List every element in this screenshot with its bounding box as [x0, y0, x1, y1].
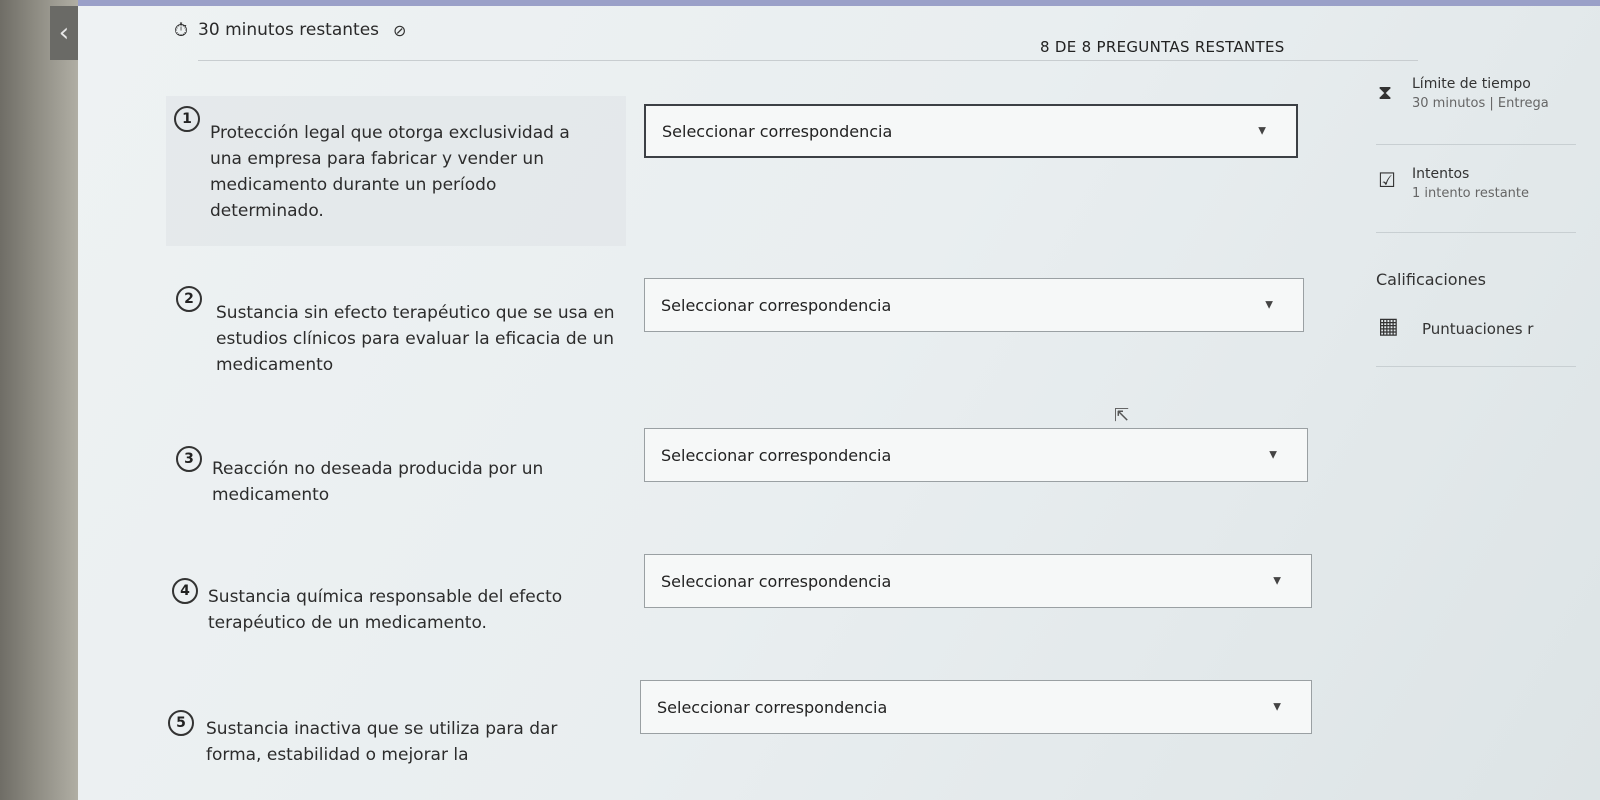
question-4-text: Sustancia química responsable del efecto… [208, 587, 563, 633]
grid-icon: ▦ [1378, 314, 1399, 339]
eye-slash-icon[interactable]: ⊘ [393, 21, 406, 40]
attempts-title: Intentos [1412, 166, 1470, 182]
clock-icon: ⏱ [174, 19, 189, 41]
question-4-number: 4 [172, 578, 198, 604]
back-chevron-icon: ‹ [58, 18, 70, 48]
quiz-info-sidebar: ⧗ Límite de tiempo 30 minutos | Entrega … [1376, 40, 1600, 800]
question-4-select[interactable]: Seleccionar correspondencia ▼ [644, 554, 1312, 608]
time-limit-title: Límite de tiempo [1412, 76, 1531, 92]
question-1-number: 1 [174, 106, 200, 132]
quiz-main: ⏱ 30 minutos restantes ⊘ 8 DE 8 PREGUNTA… [78, 0, 1600, 800]
sidebar-divider [1376, 144, 1576, 145]
question-5-select[interactable]: Seleccionar correspondencia ▼ [640, 680, 1312, 734]
time-limit-sub: 30 minutos | Entrega [1412, 96, 1549, 111]
question-5-number: 5 [168, 710, 194, 736]
question-2-select[interactable]: Seleccionar correspondencia ▼ [644, 278, 1304, 332]
checkbox-icon: ☑ [1378, 168, 1396, 192]
question-3-text: Reacción no deseada producida por un med… [212, 459, 544, 505]
hourglass-icon: ⧗ [1378, 80, 1393, 104]
attempts-sub: 1 intento restante [1412, 186, 1529, 201]
question-1-select-value: Seleccionar correspondencia [662, 121, 893, 141]
question-3-select-value: Seleccionar correspondencia [661, 445, 892, 465]
chevron-down-icon: ▼ [1269, 449, 1277, 461]
back-button[interactable]: ‹ [50, 6, 78, 60]
question-1-select[interactable]: Seleccionar correspondencia ▼ [644, 104, 1298, 158]
sidebar-divider [1376, 366, 1576, 367]
mouse-pointer-icon: ⇱ [1114, 405, 1130, 426]
left-dark-strip [0, 0, 78, 800]
scores-label: Puntuaciones r [1422, 320, 1534, 338]
sidebar-divider [1376, 232, 1576, 233]
question-5-select-value: Seleccionar correspondencia [657, 697, 888, 717]
timer-text: 30 minutos restantes [198, 20, 380, 40]
header-divider [198, 60, 1418, 61]
chevron-down-icon: ▼ [1258, 125, 1266, 137]
top-accent-bar [78, 0, 1600, 6]
question-2-select-value: Seleccionar correspondencia [661, 295, 892, 315]
question-5-text: Sustancia inactiva que se utiliza para d… [206, 719, 558, 765]
grades-heading: Calificaciones [1376, 270, 1486, 289]
question-2-number: 2 [176, 286, 202, 312]
chevron-down-icon: ▼ [1265, 299, 1273, 311]
question-2-text: Sustancia sin efecto terapéutico que se … [216, 303, 615, 375]
timer: ⏱ 30 minutos restantes ⊘ [174, 16, 406, 44]
chevron-down-icon: ▼ [1273, 575, 1281, 587]
chevron-down-icon: ▼ [1273, 701, 1281, 713]
question-1-text: Protección legal que otorga exclusividad… [210, 123, 570, 221]
questions-remaining: 8 DE 8 PREGUNTAS RESTANTES [1040, 38, 1285, 56]
question-3-select[interactable]: Seleccionar correspondencia ▼ [644, 428, 1308, 482]
question-4-select-value: Seleccionar correspondencia [661, 571, 892, 591]
question-3-number: 3 [176, 446, 202, 472]
